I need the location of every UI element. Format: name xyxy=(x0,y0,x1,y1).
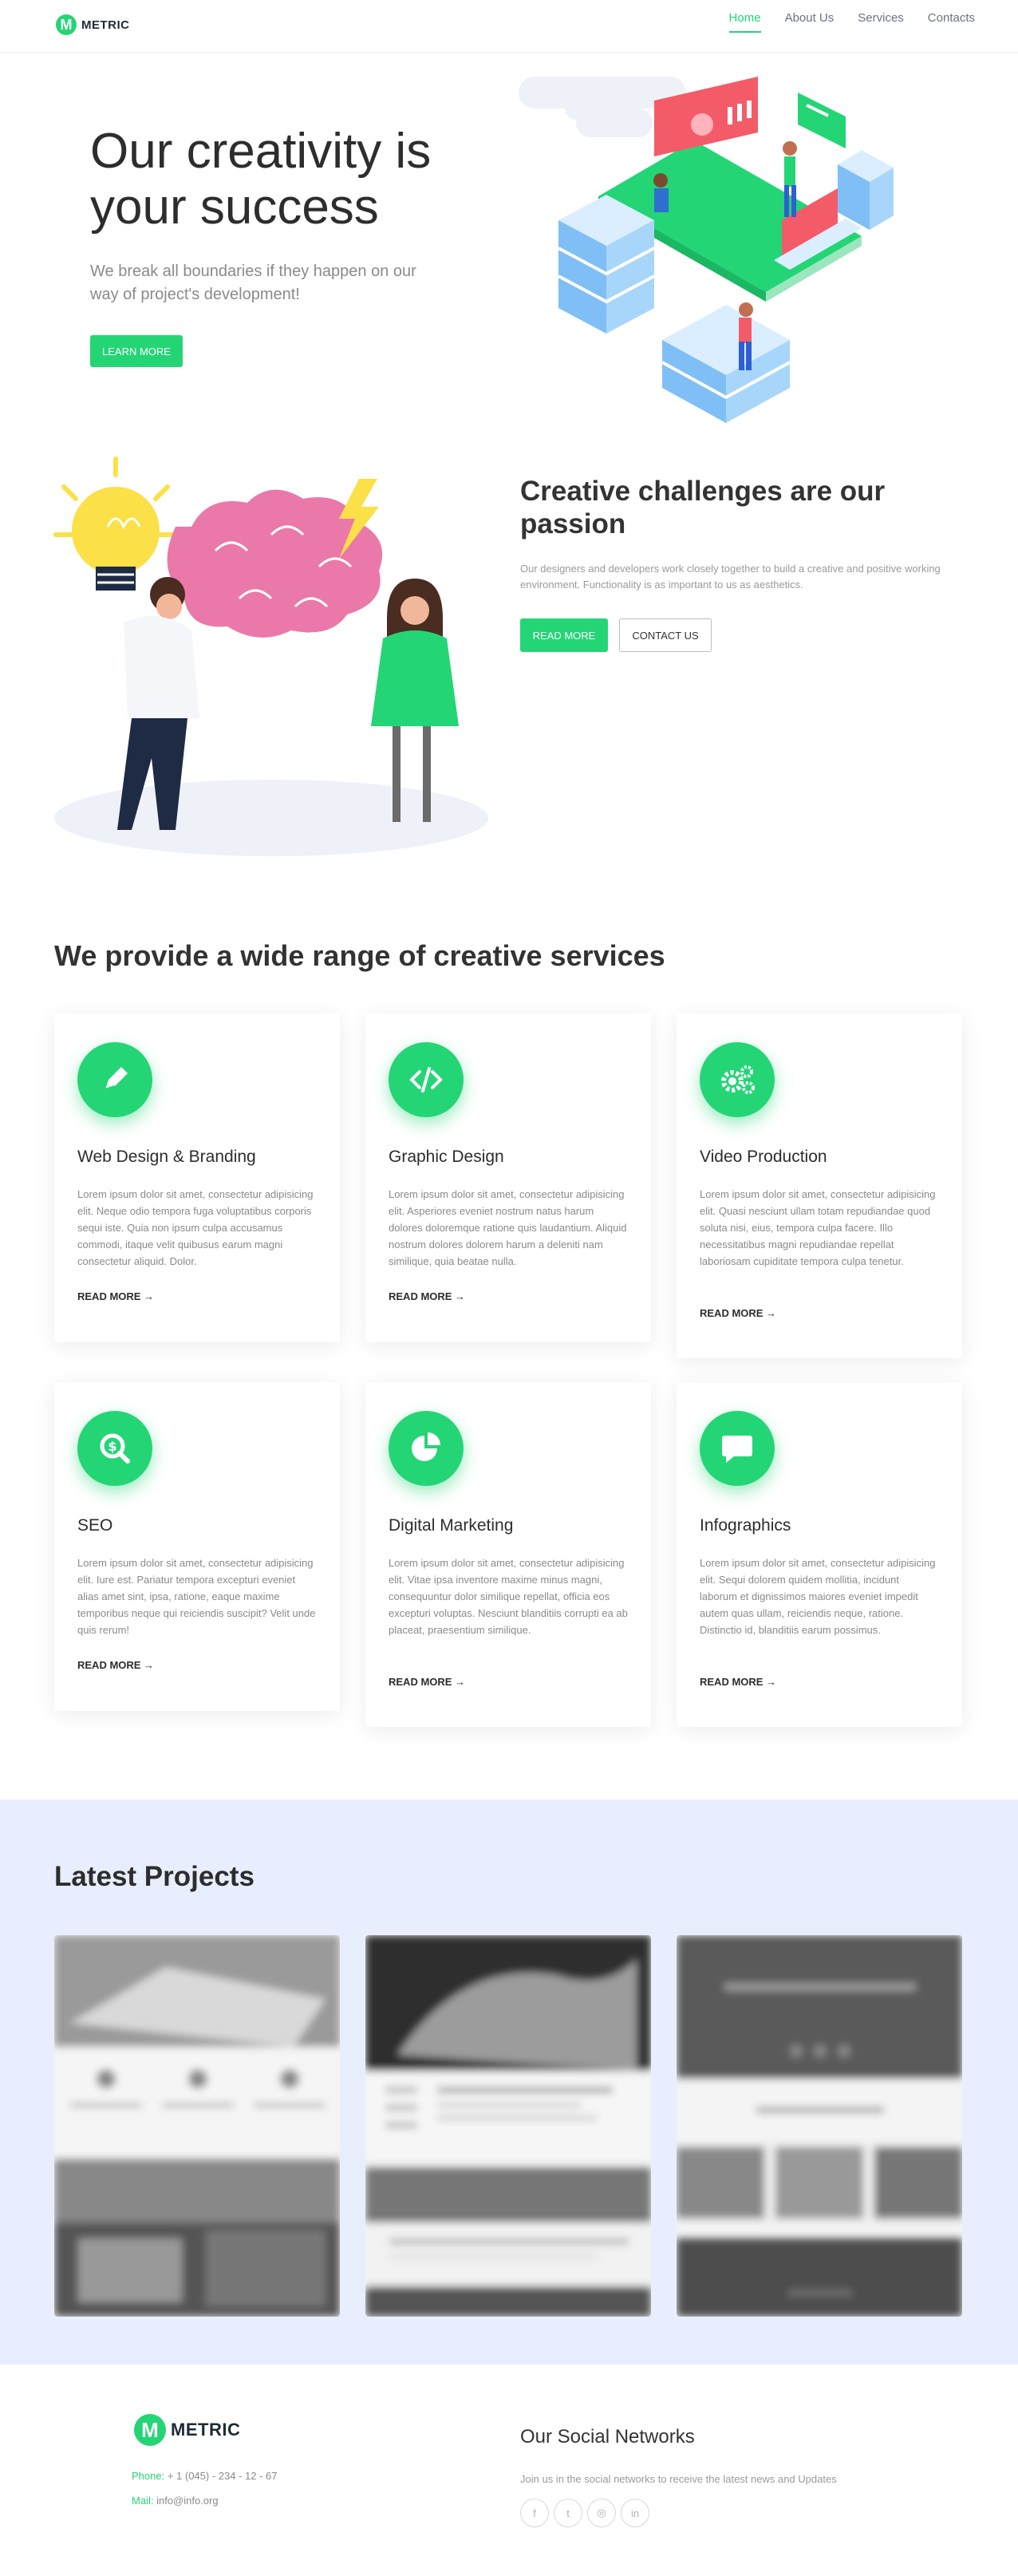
site-header: M METRIC Home About Us Services Contacts xyxy=(0,0,1018,53)
facebook-icon[interactable]: f xyxy=(520,2499,549,2527)
nav-contacts[interactable]: Contacts xyxy=(928,11,975,33)
twitter-icon[interactable]: t xyxy=(554,2499,582,2527)
project-preview-image xyxy=(365,1935,651,2317)
service-title: Digital Marketing xyxy=(389,1516,514,1535)
footer-logo[interactable]: M METRIC xyxy=(134,2414,240,2446)
code-icon xyxy=(389,1042,464,1117)
hero-subtitle: We break all boundaries if they happen o… xyxy=(90,263,416,303)
project-thumbnail-2[interactable] xyxy=(365,1935,651,2317)
contact-us-button[interactable]: CONTACT US xyxy=(619,618,712,652)
passion-title: Creative challenges are our passion xyxy=(520,476,886,539)
pie-chart-icon xyxy=(389,1411,464,1486)
service-title: Video Production xyxy=(700,1148,827,1166)
service-title: SEO xyxy=(77,1516,113,1535)
service-text: Lorem ipsum dolor sit amet, consectetur … xyxy=(77,1188,314,1267)
brand-logo[interactable]: M METRIC xyxy=(56,14,130,35)
hero-title: Our creativity is your success xyxy=(90,124,432,235)
nav-about-us[interactable]: About Us xyxy=(785,11,835,33)
project-thumbnail-1[interactable] xyxy=(54,1935,340,2317)
hero-isometric-illustration xyxy=(519,77,914,423)
service-read-more-link[interactable]: READ MORE → xyxy=(389,1290,465,1302)
logo-mark-icon: M xyxy=(56,14,77,35)
nav-home[interactable]: Home xyxy=(728,11,761,33)
service-read-more-link[interactable]: READ MORE → xyxy=(77,1290,154,1302)
service-text: Lorem ipsum dolor sit amet, consectetur … xyxy=(389,1188,627,1267)
gears-icon xyxy=(700,1042,775,1117)
service-card-infographics: Infographics Lorem ipsum dolor sit amet,… xyxy=(677,1382,962,1727)
linkedin-icon[interactable]: in xyxy=(621,2499,649,2527)
phone-value[interactable]: + 1 (045) - 234 - 12 - 67 xyxy=(168,2470,278,2482)
svg-text:$: $ xyxy=(108,1439,116,1454)
project-thumbnail-3[interactable] xyxy=(677,1935,962,2317)
service-title: Web Design & Branding xyxy=(77,1148,256,1166)
social-links: f t ◎ in xyxy=(520,2499,649,2527)
mail-label: Mail: xyxy=(132,2495,154,2507)
footer-phone: Phone: + 1 (045) - 234 - 12 - 67 xyxy=(132,2470,278,2482)
service-title: Infographics xyxy=(700,1516,791,1535)
pencil-icon xyxy=(77,1042,152,1117)
nav-services[interactable]: Services xyxy=(858,11,904,33)
mail-value[interactable]: info@info.org xyxy=(156,2495,219,2507)
service-card-web-design: Web Design & Branding Lorem ipsum dolor … xyxy=(54,1013,340,1342)
logo-text: METRIC xyxy=(171,2420,241,2440)
passion-text: Our designers and developers work closel… xyxy=(520,563,941,591)
footer-mail: Mail: info@info.org xyxy=(132,2495,219,2507)
project-preview-image xyxy=(54,1935,340,2317)
service-card-video-production: Video Production Lorem ipsum dolor sit a… xyxy=(677,1013,962,1358)
search-dollar-icon: $ xyxy=(77,1411,152,1486)
service-card-seo: $ SEO Lorem ipsum dolor sit amet, consec… xyxy=(54,1382,340,1711)
learn-more-button[interactable]: LEARN MORE xyxy=(90,335,183,367)
service-text: Lorem ipsum dolor sit amet, consectetur … xyxy=(77,1557,316,1636)
instagram-icon[interactable]: ◎ xyxy=(587,2499,616,2527)
service-read-more-link[interactable]: READ MORE → xyxy=(700,1307,776,1319)
service-card-digital-marketing: Digital Marketing Lorem ipsum dolor sit … xyxy=(365,1382,651,1727)
logo-mark-icon: M xyxy=(134,2414,166,2446)
project-preview-image xyxy=(677,1935,962,2317)
social-title: Our Social Networks xyxy=(520,2426,695,2448)
service-text: Lorem ipsum dolor sit amet, consectetur … xyxy=(700,1557,936,1636)
services-title: We provide a wide range of creative serv… xyxy=(54,939,665,972)
service-text: Lorem ipsum dolor sit amet, consectetur … xyxy=(700,1188,936,1267)
main-nav: Home About Us Services Contacts xyxy=(728,11,975,33)
read-more-button[interactable]: READ MORE xyxy=(520,618,608,652)
comment-icon xyxy=(700,1411,775,1486)
creative-brain-illustration xyxy=(53,456,488,856)
phone-label: Phone: xyxy=(132,2470,165,2482)
service-read-more-link[interactable]: READ MORE → xyxy=(77,1659,154,1671)
service-text: Lorem ipsum dolor sit amet, consectetur … xyxy=(389,1557,628,1636)
logo-text: METRIC xyxy=(81,18,130,32)
service-read-more-link[interactable]: READ MORE → xyxy=(700,1676,776,1688)
projects-title: Latest Projects xyxy=(54,1861,254,1892)
service-title: Graphic Design xyxy=(389,1148,504,1166)
service-card-graphic-design: Graphic Design Lorem ipsum dolor sit ame… xyxy=(365,1013,651,1342)
service-read-more-link[interactable]: READ MORE → xyxy=(389,1676,465,1688)
social-text: Join us in the social networks to receiv… xyxy=(520,2473,837,2485)
